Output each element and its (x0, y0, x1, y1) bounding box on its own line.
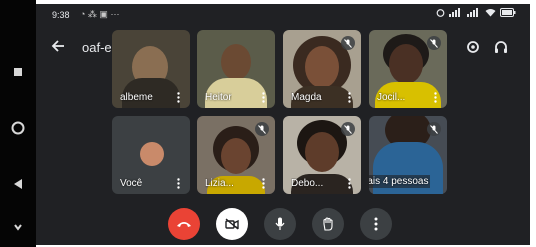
signal-icon-2 (467, 8, 478, 17)
circle-icon (11, 121, 25, 135)
end-call-button[interactable] (168, 208, 200, 240)
mic-muted-indicator (427, 36, 441, 50)
participant-video (221, 138, 251, 174)
hide-nav-button[interactable] (9, 218, 27, 236)
self-avatar (140, 142, 164, 166)
home-button[interactable] (9, 119, 27, 137)
call-controls (36, 204, 530, 244)
participant-options-button[interactable] (345, 90, 353, 104)
arrow-left-icon (51, 40, 64, 52)
mic-off-icon (344, 124, 352, 134)
navigation-bar (0, 0, 36, 247)
participant-name: Debo... (291, 178, 324, 189)
headphones-icon (495, 41, 507, 53)
chevron-down-icon (14, 224, 22, 231)
end-call-icon (177, 222, 191, 227)
participant-name: Heitor (205, 92, 232, 103)
phone-screenshot: 9:38 ◔ ⁂ ▣ ⋯ oaf-eism-wui (0, 0, 536, 247)
notification-icons: ◔ ⁂ ▣ ⋯ (80, 9, 120, 19)
more-participants-tile[interactable]: Mais 4 pessoas (369, 116, 447, 194)
participant-video (305, 46, 339, 88)
participant-video (389, 44, 423, 84)
triangle-back-icon (14, 179, 22, 189)
camera-toggle-button[interactable] (216, 208, 248, 240)
mic-off-icon (430, 38, 438, 48)
more-vert-icon (347, 177, 351, 189)
mic-muted-indicator (427, 122, 441, 136)
participant-tile[interactable]: Jocil... (369, 30, 447, 108)
back-nav-button[interactable] (9, 175, 27, 193)
participant-options-button[interactable] (431, 90, 439, 104)
mic-muted-indicator (341, 36, 355, 50)
mic-off-icon (430, 124, 438, 134)
back-button[interactable] (48, 36, 68, 56)
participant-video (221, 44, 251, 80)
status-time: 9:38 (52, 10, 70, 20)
recent-apps-button[interactable] (9, 63, 27, 81)
switch-camera-button[interactable] (462, 36, 484, 58)
participant-name: Magda (291, 92, 322, 103)
battery-icon (500, 8, 516, 17)
more-vert-icon (261, 91, 265, 103)
more-vert-icon (347, 91, 351, 103)
alarm-icon (436, 9, 445, 17)
more-vert-icon (433, 91, 437, 103)
status-icons (436, 8, 516, 17)
signal-icon (449, 8, 460, 17)
self-tile[interactable]: Você (112, 116, 190, 194)
more-vert-icon (176, 91, 180, 103)
participant-tile[interactable]: Magda (283, 30, 361, 108)
raise-hand-button[interactable] (312, 208, 344, 240)
participant-name: Você (120, 178, 143, 189)
participant-name: Jocil... (377, 92, 406, 103)
participant-tile[interactable]: Debo... (283, 116, 361, 194)
participant-options-button[interactable] (259, 90, 267, 104)
participant-options-button[interactable] (259, 176, 267, 190)
mic-off-icon (344, 38, 352, 48)
square-icon (14, 68, 22, 76)
mic-toggle-button[interactable] (264, 208, 296, 240)
switch-camera-icon (467, 41, 479, 53)
more-participants-label: Mais 4 pessoas (369, 175, 431, 188)
camera-off-icon (225, 218, 239, 230)
more-vert-icon (261, 177, 265, 189)
mic-icon (275, 217, 285, 230)
participant-tile[interactable]: Lizia... (197, 116, 275, 194)
audio-output-button[interactable] (490, 36, 512, 58)
mic-muted-indicator (255, 122, 269, 136)
participant-options-button[interactable] (174, 90, 182, 104)
participant-tile[interactable]: albeme (112, 30, 190, 108)
participant-name: Lizia... (205, 178, 234, 189)
status-bar: 9:38 ◔ ⁂ ▣ ⋯ (36, 4, 530, 26)
mic-muted-indicator (341, 122, 355, 136)
wifi-icon (485, 9, 496, 17)
meet-screen: 9:38 ◔ ⁂ ▣ ⋯ oaf-eism-wui (36, 4, 530, 245)
more-options-button[interactable] (360, 208, 392, 240)
participant-name: albeme (120, 92, 153, 103)
more-vert-icon (176, 177, 180, 189)
participant-video (305, 132, 339, 172)
mic-off-icon (258, 124, 266, 134)
participant-options-button[interactable] (174, 176, 182, 190)
more-vert-icon (374, 217, 378, 231)
participant-tile[interactable]: Heitor (197, 30, 275, 108)
raise-hand-icon (323, 217, 333, 231)
participant-options-button[interactable] (345, 176, 353, 190)
